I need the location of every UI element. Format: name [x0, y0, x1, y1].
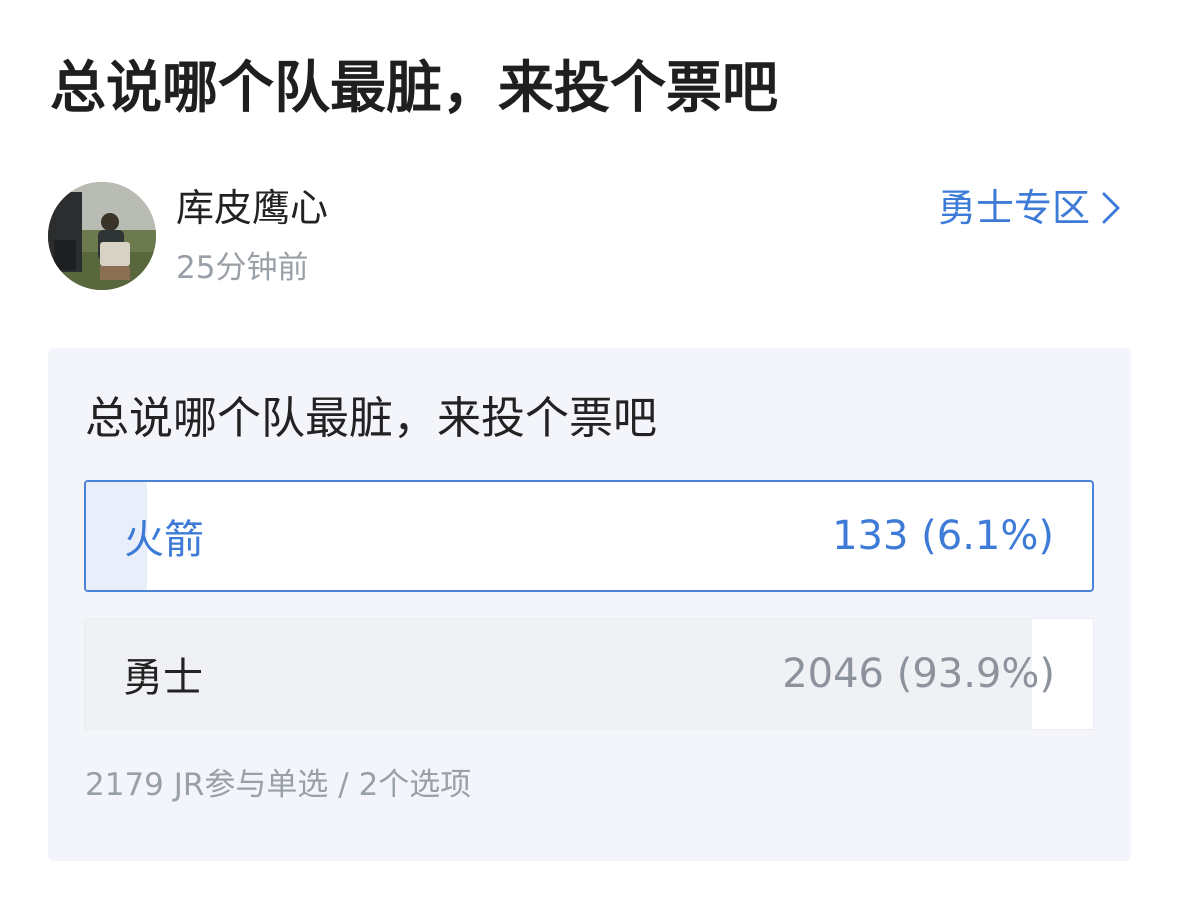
poll-option-label: 火箭 — [124, 517, 204, 563]
post-time: 25分钟前 — [176, 250, 309, 286]
author-name[interactable]: 库皮鹰心 — [176, 184, 328, 232]
chevron-right-icon — [1100, 190, 1122, 226]
poll-option-warriors[interactable]: 勇士 2046 (93.9%) — [84, 618, 1094, 730]
poll-card: 总说哪个队最脏，来投个票吧 火箭 133 (6.1%) 勇士 2046 (93.… — [48, 348, 1131, 861]
page-title: 总说哪个队最脏，来投个票吧 — [50, 56, 778, 121]
avatar[interactable] — [48, 182, 156, 290]
post-page: 总说哪个队最脏，来投个票吧 库皮鹰心 25分钟前 勇士专区 总说哪个队最脏，来投… — [0, 0, 1179, 922]
avatar-photo-icon — [48, 182, 156, 290]
author-row: 库皮鹰心 25分钟前 勇士专区 — [48, 182, 1130, 292]
zone-link[interactable]: 勇士专区 — [938, 184, 1122, 232]
zone-link-label: 勇士专区 — [937, 186, 1090, 230]
poll-option-rockets[interactable]: 火箭 133 (6.1%) — [84, 480, 1094, 592]
poll-question: 总说哪个队最脏，来投个票吧 — [85, 393, 657, 444]
poll-option-count: 133 (6.1%) — [832, 513, 1054, 559]
poll-option-count: 2046 (93.9%) — [782, 651, 1055, 697]
poll-summary: 2179 JR参与单选 / 2个选项 — [85, 767, 472, 803]
poll-option-label: 勇士 — [123, 655, 203, 701]
